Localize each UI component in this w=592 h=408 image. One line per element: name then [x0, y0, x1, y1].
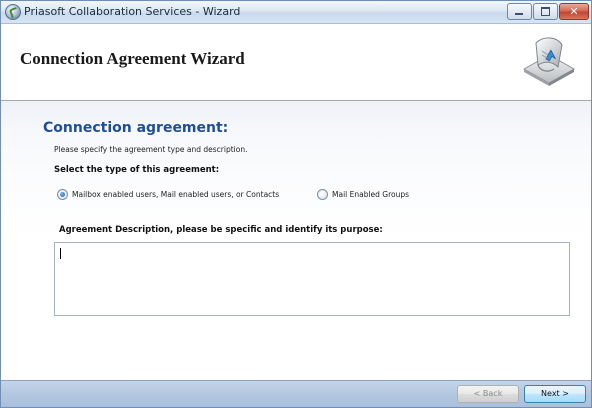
radio-button-unchecked[interactable] [317, 189, 328, 200]
minimize-button[interactable] [507, 3, 532, 20]
agreement-type-label: Select the type of this agreement: [54, 165, 220, 175]
description-textarea[interactable] [54, 242, 570, 316]
minimize-icon [515, 13, 523, 15]
maximize-icon [541, 7, 550, 16]
radio-label-mail-groups: Mail Enabled Groups [332, 190, 410, 199]
wizard-header: Connection Agreement Wizard [1, 24, 591, 101]
text-caret [60, 248, 61, 259]
radio-option-mail-groups[interactable]: Mail Enabled Groups [317, 189, 427, 201]
app-icon [5, 4, 21, 20]
window-title: Priasoft Collaboration Services - Wizard [24, 5, 241, 18]
section-title: Connection agreement: [43, 120, 229, 136]
maximize-button[interactable] [533, 3, 558, 20]
description-label: Agreement Description, please be specifi… [59, 225, 383, 235]
radio-option-mailbox-users[interactable]: Mailbox enabled users, Mail enabled user… [57, 189, 307, 201]
wizard-footer: < Back Next > [1, 380, 591, 407]
radio-button-checked[interactable] [57, 189, 68, 200]
close-icon: ✕ [569, 5, 579, 18]
page-title: Connection Agreement Wizard [20, 49, 245, 68]
title-bar[interactable]: Priasoft Collaboration Services - Wizard… [1, 1, 591, 24]
radio-label-mailbox-users: Mailbox enabled users, Mail enabled user… [72, 190, 280, 199]
wizard-window: Priasoft Collaboration Services - Wizard… [0, 0, 592, 408]
close-button[interactable]: ✕ [559, 3, 589, 20]
wizard-content: Connection agreement: Please specify the… [1, 101, 591, 380]
next-button[interactable]: Next > [524, 385, 586, 403]
back-button[interactable]: < Back [457, 385, 519, 403]
connection-agreement-icon [522, 37, 576, 86]
instruction-text: Please specify the agreement type and de… [54, 145, 248, 154]
